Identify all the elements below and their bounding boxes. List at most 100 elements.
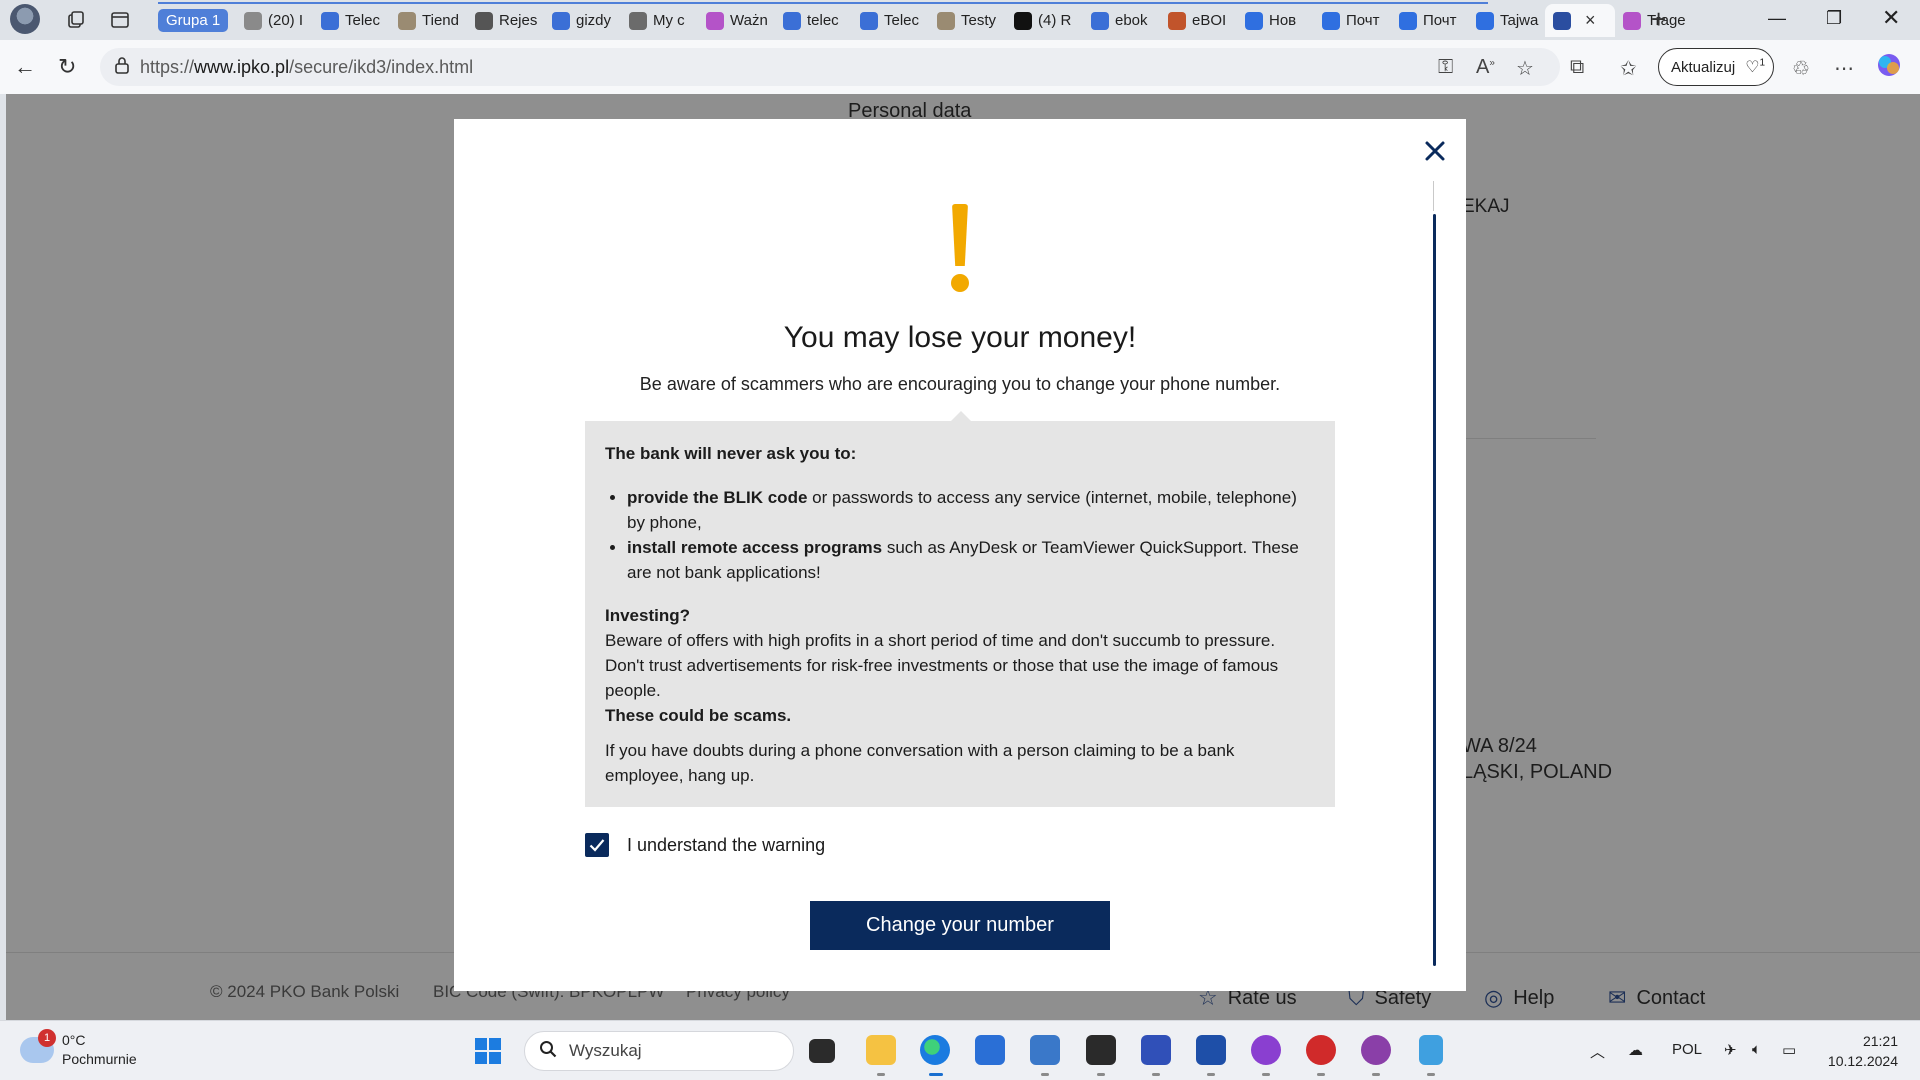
key-icon[interactable]: ⚿ xyxy=(1438,56,1453,79)
butterfly-icon xyxy=(1623,11,1641,30)
weather-badge: 1 xyxy=(38,1029,56,1047)
close-window-button[interactable]: ✕ xyxy=(1882,5,1900,31)
browser-tab[interactable]: (20) I xyxy=(236,4,313,37)
bullet-2-bold: install remote access programs xyxy=(627,538,883,557)
browser-tab[interactable]: Почт xyxy=(1391,4,1468,37)
back-button[interactable]: ← xyxy=(14,54,36,80)
footer-help-label: Help xyxy=(1513,986,1555,1009)
store-icon[interactable] xyxy=(975,1035,1005,1065)
onedrive-cloud-icon[interactable]: ☁ xyxy=(1628,1041,1643,1059)
tor-browser-icon[interactable] xyxy=(1251,1035,1281,1065)
modal-close-button[interactable] xyxy=(1420,137,1450,167)
browser-tab[interactable]: Telec xyxy=(852,4,929,37)
language-indicator[interactable]: POL xyxy=(1672,1041,1702,1058)
browser-tab[interactable]: gizdy xyxy=(544,4,621,37)
understand-checkbox-label[interactable]: I understand the warning xyxy=(627,835,825,856)
browser-tab[interactable]: My c xyxy=(621,4,698,37)
search-icon xyxy=(783,11,801,30)
tab-label: Ważn xyxy=(730,12,768,29)
update-heart-icon: ♡1 xyxy=(1745,57,1766,76)
search-placeholder: Wyszukaj xyxy=(569,1041,642,1060)
taskbar-clock[interactable]: 21:21 10.12.2024 xyxy=(1820,1031,1898,1071)
footer-help[interactable]: ◎ Help xyxy=(1484,985,1554,1011)
browser-tab[interactable]: Rejes xyxy=(467,4,544,37)
pko-icon xyxy=(1553,11,1571,30)
favorites-icon[interactable]: ✩ xyxy=(1620,56,1637,81)
update-button[interactable]: Aktualizuj ♡1 xyxy=(1658,48,1774,86)
address-line-2: LĄSKI, POLAND xyxy=(1462,761,1613,783)
performance-icon[interactable]: ♲ xyxy=(1792,56,1810,81)
browser-tab[interactable]: Telec xyxy=(313,4,390,37)
mask-icon xyxy=(475,11,493,30)
browser-tab[interactable]: (4) R xyxy=(1006,4,1083,37)
close-tab-icon[interactable]: × xyxy=(1585,10,1596,31)
tab-label: (4) R xyxy=(1038,12,1072,29)
modal-scroll-track xyxy=(1433,181,1434,211)
copilot-icon[interactable] xyxy=(1876,52,1902,84)
app-a-icon[interactable] xyxy=(1196,1035,1226,1065)
new-tab-button[interactable]: + xyxy=(1651,4,1666,35)
notepad-icon[interactable] xyxy=(1419,1035,1443,1065)
running-indicator xyxy=(1317,1073,1325,1076)
investing-text: Beware of offers with high profits in a … xyxy=(605,631,1279,700)
start-button[interactable] xyxy=(474,1037,502,1065)
understand-checkbox[interactable] xyxy=(585,833,609,857)
favorite-star-icon[interactable]: ☆ xyxy=(1516,56,1534,81)
weather-widget[interactable]: 1 0°C Pochmurnie xyxy=(20,1029,137,1069)
tab-group-chip[interactable]: Grupa 1 xyxy=(158,9,229,32)
info-box-notch xyxy=(951,411,971,421)
bullet-1-bold: provide the BLIK code xyxy=(627,488,808,507)
battery-icon[interactable]: ▭ xyxy=(1782,1041,1796,1059)
tab-label: Почт xyxy=(1423,12,1457,29)
github-icon[interactable] xyxy=(1361,1035,1391,1065)
browser-tab[interactable]: Нов xyxy=(1237,4,1314,37)
browser-tab[interactable]: × xyxy=(1545,4,1615,37)
refresh-button[interactable]: ↻ xyxy=(58,54,76,80)
vertical-tabs-icon[interactable] xyxy=(106,6,134,34)
browser-tab[interactable]: eBOI xyxy=(1160,4,1237,37)
butterfly-icon xyxy=(706,11,724,30)
airplane-icon[interactable]: ✈ xyxy=(1724,1041,1737,1059)
chevron-up-icon[interactable]: ︿ xyxy=(1590,1041,1605,1062)
save-disk-icon[interactable] xyxy=(1141,1035,1171,1065)
windows-taskbar: 1 0°C Pochmurnie Wyszukaj ︿ ☁ POL ✈ 🔈︎ ▭… xyxy=(0,1020,1920,1080)
network-app-icon[interactable] xyxy=(1030,1035,1060,1065)
list-item: provide the BLIK code or passwords to ac… xyxy=(627,485,1315,535)
address-bar[interactable]: https://www.ipko.pl/secure/ikd3/index.ht… xyxy=(100,48,1560,86)
volume-icon[interactable]: 🔈︎ xyxy=(1752,1041,1761,1058)
clock-date: 10.12.2024 xyxy=(1827,1053,1898,1069)
shield-icon xyxy=(629,11,647,30)
more-menu-icon[interactable]: ⋯ xyxy=(1834,56,1854,81)
browser-tab[interactable]: Tiend xyxy=(390,4,467,37)
red-app-icon[interactable] xyxy=(1306,1035,1336,1065)
tab-label: Tajwa xyxy=(1500,12,1539,29)
browser-tab[interactable]: telec xyxy=(775,4,852,37)
extensions-icon[interactable]: ⧉ xyxy=(1570,56,1584,79)
restore-button[interactable]: ❐ xyxy=(1826,8,1842,29)
envelope-icon: ✉ xyxy=(1608,985,1627,1010)
tab-label: ebok xyxy=(1115,12,1148,29)
page-divider xyxy=(1466,438,1596,439)
file-explorer-icon[interactable] xyxy=(866,1035,896,1065)
task-view-icon[interactable] xyxy=(809,1039,835,1063)
read-aloud-icon[interactable]: A» xyxy=(1476,56,1495,79)
minimize-button[interactable]: — xyxy=(1768,8,1786,29)
profile-avatar[interactable] xyxy=(10,4,40,34)
page-side-text: EKAJ xyxy=(1462,196,1510,217)
taskbar-search[interactable]: Wyszukaj xyxy=(524,1031,794,1071)
tab-label: gizdy xyxy=(576,12,612,29)
running-indicator xyxy=(877,1073,885,1076)
understand-checkbox-row[interactable]: I understand the warning xyxy=(585,833,825,857)
footer-contact[interactable]: ✉ Contact xyxy=(1608,985,1705,1011)
browser-tab[interactable]: Почт xyxy=(1314,4,1391,37)
browser-tab[interactable]: Testy xyxy=(929,4,1006,37)
change-number-button[interactable]: Change your number xyxy=(810,901,1110,950)
edge-browser-icon[interactable] xyxy=(920,1035,950,1065)
browser-tab[interactable]: Ważn xyxy=(698,4,775,37)
browser-tab[interactable]: ebok xyxy=(1083,4,1160,37)
warning-modal: You may lose your money! Be aware of sca… xyxy=(454,119,1466,991)
browser-tab[interactable]: Tajwa xyxy=(1468,4,1545,37)
modal-subtitle: Be aware of scammers who are encouraging… xyxy=(639,374,1281,394)
terminal-icon[interactable] xyxy=(1086,1035,1116,1065)
workspaces-icon[interactable] xyxy=(62,6,90,34)
